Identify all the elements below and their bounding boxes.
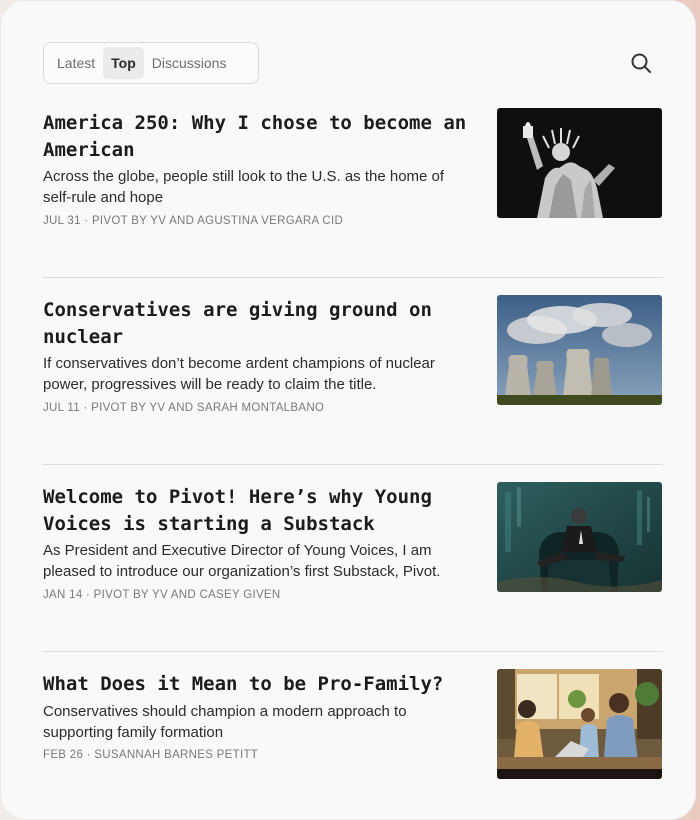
- post-item[interactable]: Conservatives are giving ground on nucle…: [43, 295, 663, 427]
- post-byline: PIVOT BY YV AND CASEY GIVEN: [93, 589, 281, 601]
- meta-separator: ·: [86, 589, 91, 601]
- post-byline: SUSANNAH BARNES PETITT: [94, 749, 259, 761]
- post-thumbnail[interactable]: [497, 295, 662, 405]
- post-title[interactable]: Conservatives are giving ground on nucle…: [43, 297, 473, 351]
- search-button[interactable]: [629, 51, 653, 75]
- post-subtitle: If conservatives don’t become ardent cha…: [43, 355, 435, 393]
- post-title[interactable]: Welcome to Pivot! Here’s why Young Voice…: [43, 484, 473, 538]
- post-byline: PIVOT BY YV AND SARAH MONTALBANO: [91, 402, 325, 414]
- post-divider: [43, 651, 663, 652]
- post-subtitle: Conservatives should champion a modern a…: [43, 703, 407, 741]
- post-thumbnail[interactable]: [497, 482, 662, 592]
- post-date: JAN 14: [43, 589, 83, 601]
- post-divider: [43, 464, 663, 465]
- post-meta: FEB 26 · SUSANNAH BARNES PETITT: [43, 749, 258, 761]
- cooling-towers-image: [497, 295, 662, 405]
- post-date: JUL 11: [43, 402, 80, 414]
- post-item[interactable]: What Does it Mean to be Pro-Family? Cons…: [43, 669, 663, 781]
- tab-top[interactable]: Top: [103, 47, 144, 79]
- search-icon: [631, 53, 651, 73]
- meta-separator: ·: [86, 749, 91, 761]
- post-meta: JUL 31 · PIVOT BY YV AND AGUSTINA VERGAR…: [43, 215, 343, 227]
- post-item[interactable]: America 250: Why I chose to become an Am…: [43, 108, 663, 240]
- post-thumbnail[interactable]: [497, 108, 662, 218]
- post-list-card: Latest Top Discussions America 250: Why …: [0, 0, 696, 820]
- post-divider: [43, 277, 663, 278]
- post-title[interactable]: America 250: Why I chose to become an Am…: [43, 110, 473, 164]
- man-in-armchair-image: [497, 482, 662, 592]
- family-at-table-image: [497, 669, 662, 779]
- post-thumbnail[interactable]: [497, 669, 662, 779]
- meta-separator: ·: [83, 402, 88, 414]
- post-date: JUL 31: [43, 215, 81, 227]
- post-meta: JAN 14 · PIVOT BY YV AND CASEY GIVEN: [43, 589, 281, 601]
- statue-of-liberty-image: [497, 108, 662, 218]
- tab-bar: Latest Top Discussions: [43, 42, 259, 84]
- post-subtitle: As President and Executive Director of Y…: [43, 542, 441, 580]
- tab-discussions[interactable]: Discussions: [144, 47, 235, 79]
- tab-latest[interactable]: Latest: [49, 47, 103, 79]
- post-item[interactable]: Welcome to Pivot! Here’s why Young Voice…: [43, 482, 663, 614]
- post-byline: PIVOT BY YV AND AGUSTINA VERGARA CID: [91, 215, 344, 227]
- post-date: FEB 26: [43, 749, 84, 761]
- post-subtitle: Across the globe, people still look to t…: [43, 168, 445, 206]
- post-title[interactable]: What Does it Mean to be Pro-Family?: [43, 671, 473, 698]
- meta-separator: ·: [84, 215, 89, 227]
- post-meta: JUL 11 · PIVOT BY YV AND SARAH MONTALBAN…: [43, 402, 324, 414]
